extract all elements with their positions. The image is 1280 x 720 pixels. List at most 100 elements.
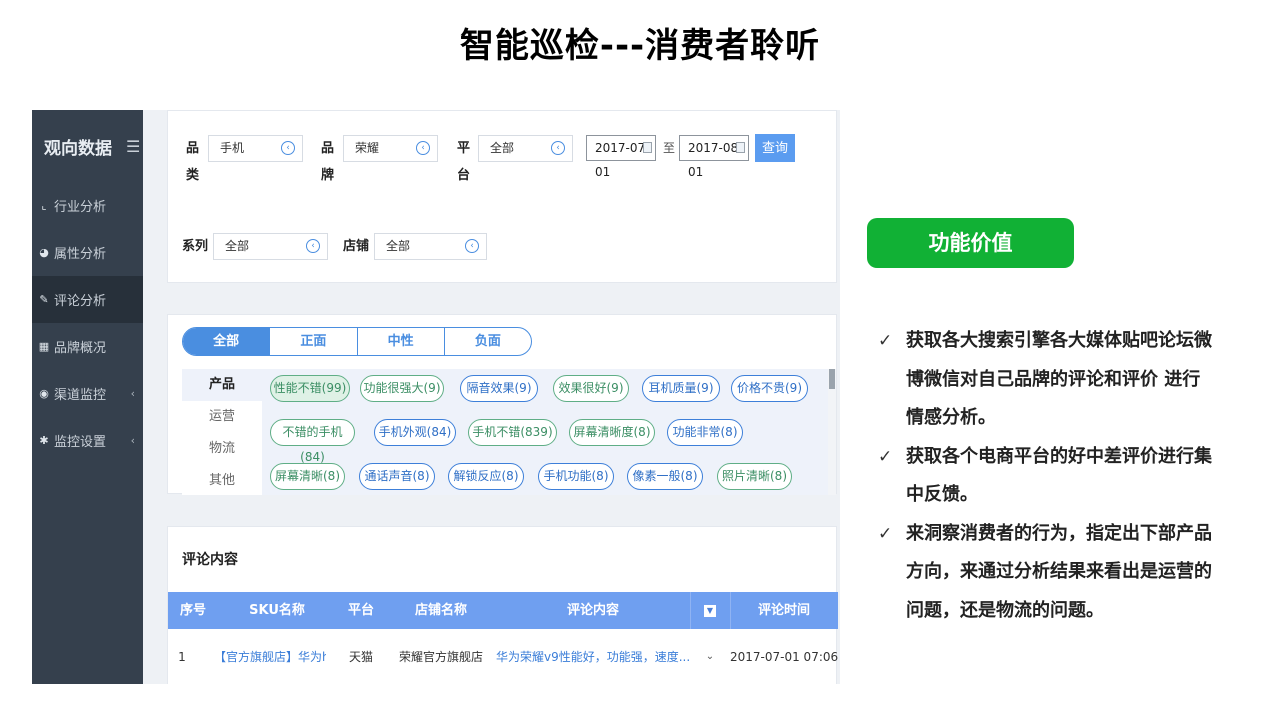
category-select[interactable]: 手机 ‹ [208, 135, 303, 162]
tag-scrollbar-thumb[interactable] [829, 369, 835, 389]
series-value: 全部 [225, 239, 250, 253]
brand-value: 荣耀 [355, 141, 380, 155]
tag-item[interactable]: 手机外观(84) [374, 419, 456, 446]
cell-sku-link[interactable]: 【官方旗舰店】华为h... [214, 629, 326, 684]
brand-logo: 观向数据 ☰ [32, 110, 143, 182]
cell-platform: 天猫 [348, 650, 373, 664]
shop-label: 店铺 [343, 239, 370, 254]
value-badge: 功能价值 [867, 218, 1074, 268]
sentiment-panel: 全部 正面 中性 负面 产品 运营 物流 其他 性能不错(99) 功能很强大(9… [167, 314, 837, 495]
chart-icon: ⌞ [41, 199, 47, 212]
calendar-icon[interactable] [643, 142, 652, 153]
brand-select[interactable]: 荣耀 ‹ [343, 135, 438, 162]
shop-select[interactable]: 全部 ‹ [374, 233, 487, 260]
column-dropdown[interactable]: ▼ [690, 592, 730, 629]
category-label: 品类 [186, 141, 200, 183]
chevron-down-icon: ‹ [551, 141, 565, 155]
category-logistics[interactable]: 物流 [182, 433, 262, 465]
cell-time: 2017-07-01 07:06:32 [730, 650, 838, 664]
sidebar-item-channel[interactable]: ◉ 渠道监控 ‹ [32, 370, 143, 417]
chevron-down-icon: ‹ [281, 141, 295, 155]
target-icon: ◉ [39, 387, 49, 400]
tag-item[interactable]: 功能很强大(9) [360, 375, 444, 402]
tag-item[interactable]: 解锁反应(8) [448, 463, 524, 490]
category-product[interactable]: 产品 [182, 369, 262, 401]
chevron-down-icon: ▼ [704, 604, 716, 617]
sidebar-item-settings[interactable]: ✱ 监控设置 ‹ [32, 417, 143, 464]
comments-panel: 评论内容 序号 SKU名称 平台 店铺名称 评论内容 ▼ 评论时间 1 【官方旗… [167, 526, 838, 684]
col-header-content: 评论内容 [566, 603, 619, 618]
check-icon: ✓ [878, 523, 893, 544]
comments-title: 评论内容 [182, 552, 238, 568]
date-to-value: 2017-08-01 [688, 141, 743, 179]
tag-item[interactable]: 屏幕清晰(8) [270, 463, 345, 490]
table-header: 序号 SKU名称 平台 店铺名称 评论内容 ▼ 评论时间 [168, 592, 838, 629]
tag-item[interactable]: 不错的手机(84) [270, 419, 355, 464]
row-expand-icon[interactable]: ⌄ [690, 629, 730, 684]
table-row: 1 【官方旗舰店】华为h... 天猫 荣耀官方旗舰店 华为荣耀v9性能好，功能强… [168, 629, 838, 684]
bullet-text: 获取各个电商平台的好中差评价进行集中反馈。 [906, 445, 1212, 506]
brand-name: 观向数据 [44, 138, 112, 159]
tag-item[interactable]: 手机不错(839) [468, 419, 557, 446]
platform-select[interactable]: 全部 ‹ [478, 135, 573, 162]
chevron-down-icon: ‹ [306, 239, 320, 253]
tag-item[interactable]: 耳机质量(9) [642, 375, 720, 402]
category-other[interactable]: 其他 [182, 465, 262, 497]
col-header-platform: 平台 [347, 603, 374, 618]
chevron-down-icon: ‹ [465, 239, 479, 253]
date-from-value: 2017-07-01 [595, 141, 650, 179]
platform-label: 平台 [457, 141, 471, 183]
tag-item[interactable]: 价格不贵(9) [731, 375, 808, 402]
tab-positive[interactable]: 正面 [270, 328, 358, 355]
series-label: 系列 [182, 239, 209, 254]
cell-content-link[interactable]: 华为荣耀v9性能好，功能强，速度... [496, 629, 690, 684]
sidebar-item-label: 行业分析 [54, 200, 107, 215]
tag-item[interactable]: 手机功能(8) [538, 463, 614, 490]
category-value: 手机 [220, 141, 245, 155]
tag-item[interactable]: 屏幕清晰度(8) [569, 419, 655, 446]
tag-item[interactable]: 照片清晰(8) [717, 463, 792, 490]
col-header-no: 序号 [179, 603, 206, 618]
sidebar-item-label: 品牌概况 [54, 341, 107, 356]
tab-neutral[interactable]: 中性 [358, 328, 445, 355]
bullet-item: ✓ 获取各大搜索引擎各大媒体贴吧论坛微博微信对自己品牌的评论和评价 进行情感分析… [878, 322, 1218, 438]
hamburger-menu-icon[interactable]: ☰ [126, 137, 140, 156]
sidebar-item-comments[interactable]: ✎ 评论分析 [32, 276, 143, 323]
date-from-input[interactable]: 2017-07-01 [586, 135, 656, 179]
sidebar-item-label: 渠道监控 [54, 388, 107, 403]
sidebar-item-attribute[interactable]: ◕ 属性分析 [32, 229, 143, 276]
bullet-text: 来洞察消费者的行为，指定出下部产品方向，来通过分析结果来看出是运营的问题，还是物… [906, 522, 1212, 621]
chevron-left-icon: ‹ [130, 434, 135, 447]
sidebar-item-label: 评论分析 [54, 294, 107, 309]
tag-cloud: 性能不错(99) 功能很强大(9) 隔音效果(9) 效果很好(9) 耳机质量(9… [262, 369, 828, 495]
slide-title: 智能巡检---消费者聆听 [459, 26, 821, 66]
bullet-item: ✓ 来洞察消费者的行为，指定出下部产品方向，来通过分析结果来看出是运营的问题，还… [878, 515, 1218, 631]
tag-item[interactable]: 隔音效果(9) [460, 375, 538, 402]
chevron-down-icon: ‹ [416, 141, 430, 155]
calendar-icon[interactable] [736, 142, 745, 153]
edit-icon: ✎ [39, 293, 49, 306]
series-select[interactable]: 全部 ‹ [213, 233, 328, 260]
brand-label: 品牌 [321, 141, 335, 183]
sidebar-item-label: 监控设置 [54, 435, 107, 450]
tag-item[interactable]: 效果很好(9) [553, 375, 629, 402]
shop-value: 全部 [386, 239, 411, 253]
tab-negative[interactable]: 负面 [445, 328, 531, 355]
date-to-input[interactable]: 2017-08-01 [679, 135, 749, 179]
sidebar-item-label: 属性分析 [54, 247, 107, 262]
tag-item[interactable]: 像素一般(8) [627, 463, 703, 490]
tag-item[interactable]: 通话声音(8) [359, 463, 435, 490]
category-operation[interactable]: 运营 [182, 401, 262, 433]
sidebar-item-industry[interactable]: ⌞ 行业分析 [32, 182, 143, 229]
col-header-sku: SKU名称 [249, 603, 305, 618]
category-list: 产品 运营 物流 其他 [182, 369, 262, 495]
sidebar-item-brand[interactable]: ▦ 品牌概况 [32, 323, 143, 370]
tag-item[interactable]: 性能不错(99) [270, 375, 350, 402]
filter-panel: 品类 手机 ‹ 品牌 荣耀 ‹ 平台 全部 ‹ 2017-07-01 至 201… [167, 110, 837, 283]
query-button[interactable]: 查询 [755, 134, 795, 162]
tag-item[interactable]: 功能非常(8) [667, 419, 743, 446]
value-bullet-list: ✓ 获取各大搜索引擎各大媒体贴吧论坛微博微信对自己品牌的评论和评价 进行情感分析… [878, 322, 1218, 630]
grid-icon: ▦ [38, 340, 50, 353]
app-screenshot: 观向数据 ☰ ⌞ 行业分析 ◕ 属性分析 ✎ 评论分析 ▦ 品牌概况 ◉ 渠道监… [32, 110, 840, 684]
tab-all[interactable]: 全部 [183, 328, 271, 355]
